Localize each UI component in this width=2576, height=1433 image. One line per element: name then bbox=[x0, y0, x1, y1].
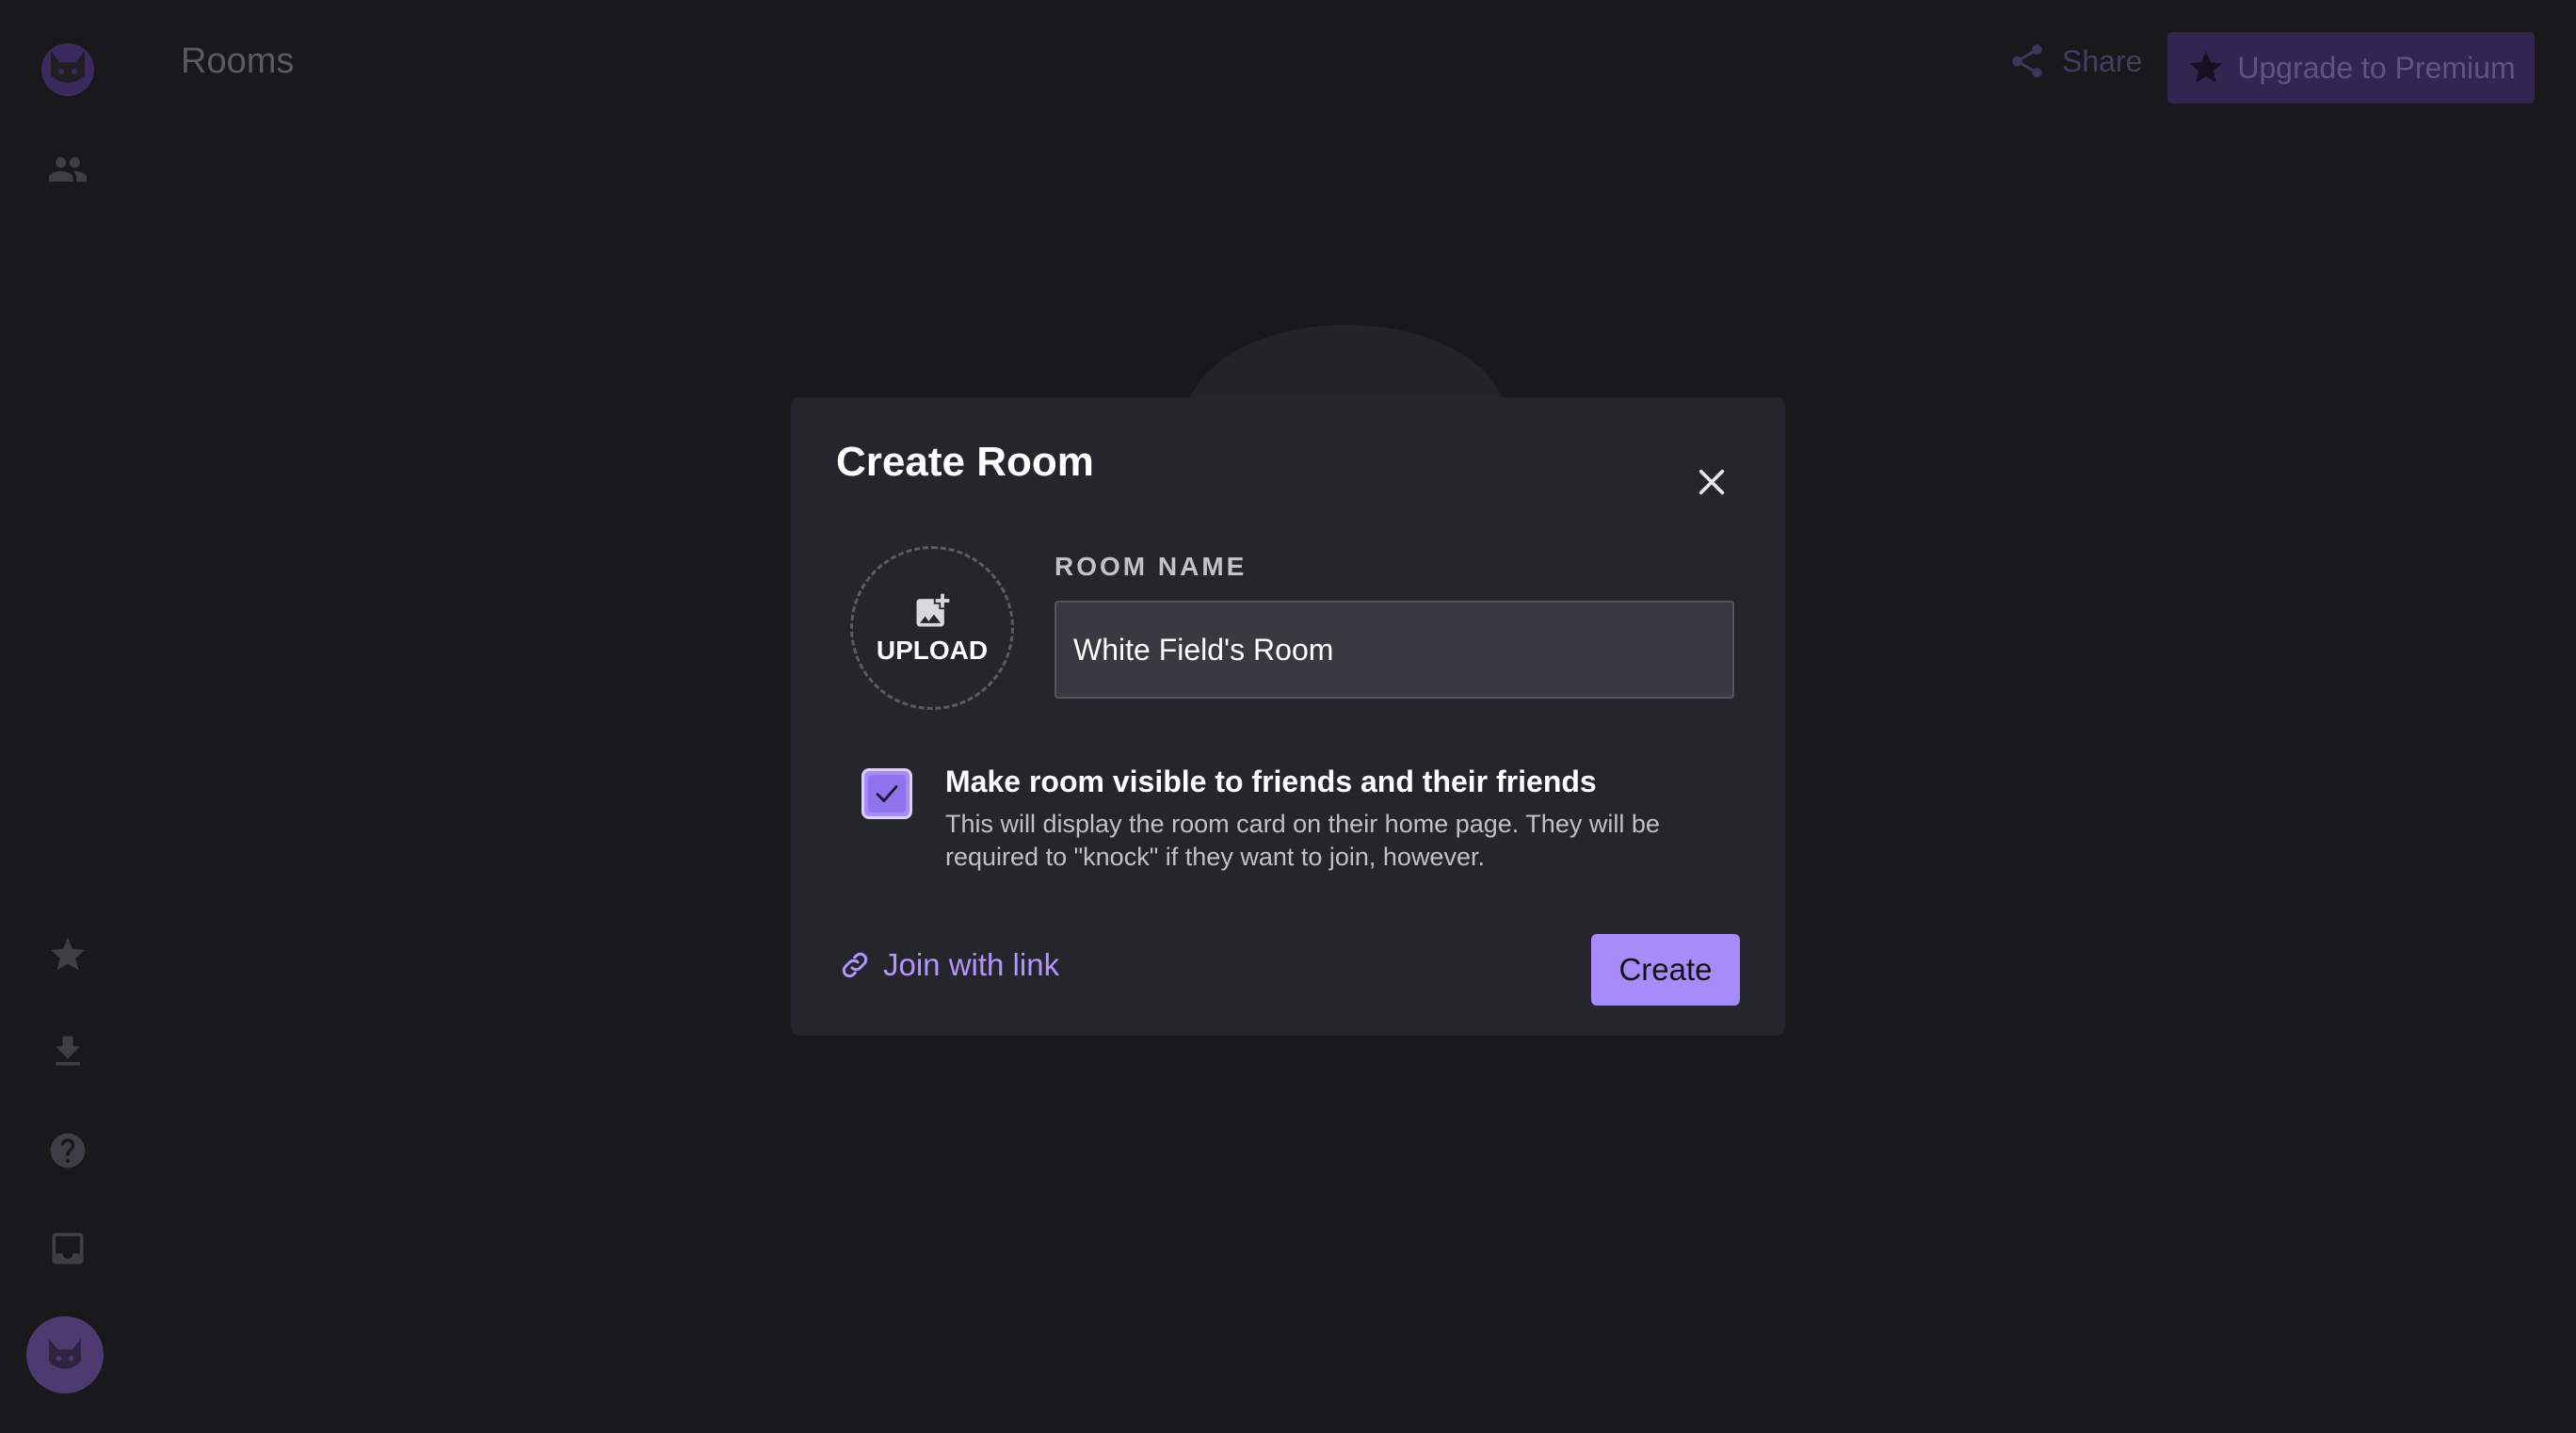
star-icon bbox=[2189, 51, 2223, 83]
add-photo-icon bbox=[916, 593, 950, 627]
upgrade-label: Upgrade to Premium bbox=[2237, 50, 2516, 85]
visibility-checkbox[interactable] bbox=[861, 768, 912, 819]
room-name-input[interactable] bbox=[1055, 601, 1734, 699]
share-icon bbox=[2012, 44, 2042, 78]
share-label: Share bbox=[2062, 43, 2143, 78]
check-icon bbox=[876, 785, 898, 802]
checkbox-fill bbox=[868, 775, 906, 813]
download-icon[interactable] bbox=[38, 1022, 98, 1082]
link-icon bbox=[842, 952, 868, 978]
upgrade-button[interactable]: Upgrade to Premium bbox=[2167, 32, 2535, 104]
create-room-dialog: Create Room UPLOAD ROOM NAME Make room v… bbox=[791, 397, 1785, 1036]
help-icon[interactable] bbox=[38, 1120, 98, 1181]
visibility-title: Make room visible to friends and their f… bbox=[945, 765, 1597, 798]
app-logo-icon[interactable] bbox=[38, 38, 98, 98]
app-root: Rooms Share Upgrade to Premium Create Ro… bbox=[0, 0, 2576, 1433]
room-name-label: ROOM NAME bbox=[1055, 552, 1248, 581]
inbox-icon[interactable] bbox=[38, 1218, 98, 1279]
visibility-description: This will display the room card on their… bbox=[945, 810, 1660, 871]
star-icon[interactable] bbox=[38, 925, 98, 985]
sidebar bbox=[0, 0, 137, 1433]
close-icon bbox=[1699, 469, 1725, 495]
close-button[interactable] bbox=[1685, 456, 1738, 508]
upload-label: UPLOAD bbox=[876, 636, 989, 665]
page-title: Rooms bbox=[181, 41, 295, 81]
dialog-title: Create Room bbox=[836, 439, 1094, 485]
avatar[interactable] bbox=[26, 1316, 104, 1393]
friends-icon[interactable] bbox=[38, 139, 98, 200]
upload-avatar-button[interactable]: UPLOAD bbox=[850, 546, 1014, 710]
join-with-link[interactable]: Join with link bbox=[838, 947, 1059, 983]
share-button[interactable]: Share bbox=[2007, 41, 2142, 81]
create-button[interactable]: Create bbox=[1591, 934, 1740, 1006]
join-link-label: Join with link bbox=[883, 947, 1060, 982]
